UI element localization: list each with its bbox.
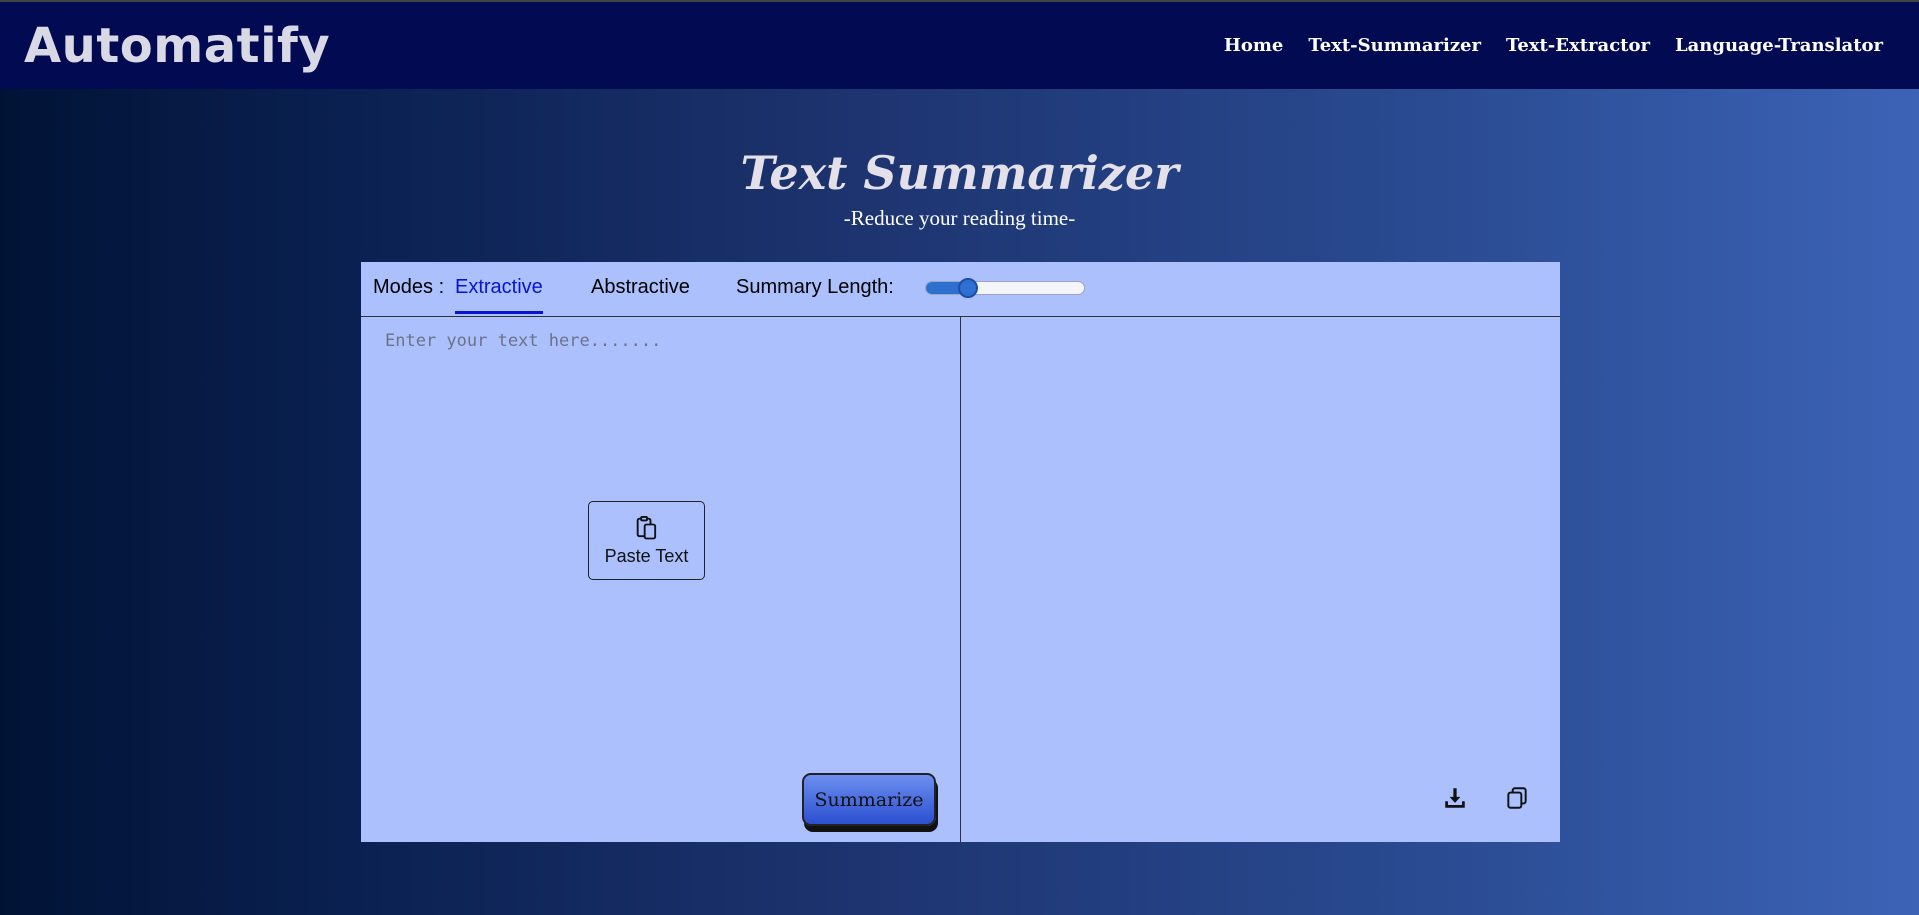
summarizer-toolbar: Modes : Extractive Abstractive Summary L… — [361, 262, 1560, 317]
summarize-button[interactable]: Summarize — [802, 773, 936, 826]
tab-extractive[interactable]: Extractive — [455, 276, 543, 314]
nav-links: Home Text-Summarizer Text-Extractor Lang… — [1224, 35, 1883, 56]
page-subtitle: -Reduce your reading time- — [843, 206, 1076, 230]
navbar: Automatify Home Text-Summarizer Text-Ext… — [0, 0, 1919, 89]
summary-length-label: Summary Length: — [736, 276, 894, 298]
nav-link-home[interactable]: Home — [1224, 35, 1284, 56]
paste-text-button[interactable]: Paste Text — [588, 501, 705, 580]
modes-label: Modes : — [373, 276, 445, 298]
download-icon — [1445, 788, 1465, 808]
paste-text-label: Paste Text — [604, 546, 689, 566]
copy-icon — [1507, 787, 1527, 809]
slider-thumb[interactable] — [958, 278, 979, 298]
nav-link-text-extractor[interactable]: Text-Extractor — [1506, 35, 1650, 56]
panel-divider — [960, 317, 961, 842]
text-input[interactable] — [361, 318, 960, 842]
brand-logo[interactable]: Automatify — [24, 18, 330, 74]
nav-link-language-translator[interactable]: Language-Translator — [1675, 35, 1883, 56]
tab-abstractive[interactable]: Abstractive — [591, 276, 690, 311]
page-title: Text Summarizer — [740, 146, 1179, 200]
download-button[interactable] — [1440, 783, 1470, 813]
nav-link-text-summarizer[interactable]: Text-Summarizer — [1308, 35, 1481, 56]
summarizer-panel: Modes : Extractive Abstractive Summary L… — [361, 262, 1560, 842]
summary-length-slider[interactable] — [925, 281, 1085, 295]
copy-button[interactable] — [1502, 783, 1532, 813]
paste-icon — [636, 515, 656, 540]
